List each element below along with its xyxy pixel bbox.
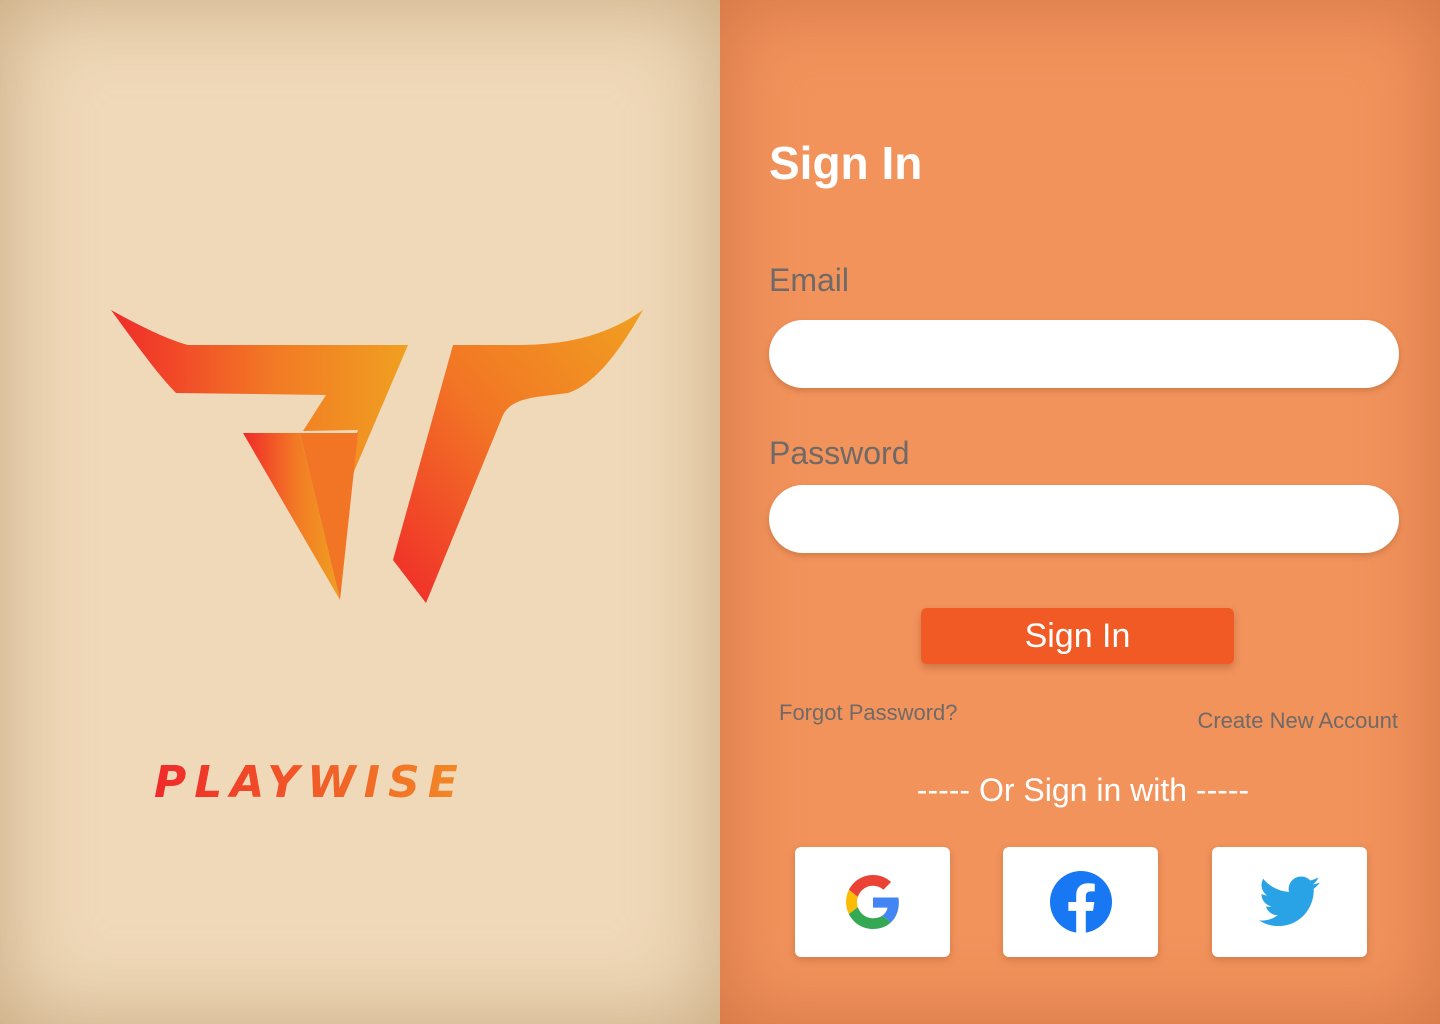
password-label: Password — [769, 435, 910, 471]
google-signin-button[interactable] — [795, 847, 950, 957]
twitter-signin-button[interactable] — [1212, 847, 1367, 957]
playwise-logo-icon — [111, 310, 643, 603]
sign-in-button[interactable]: Sign In — [921, 608, 1234, 664]
wordmark-text: PLAYWISE — [154, 757, 466, 805]
create-account-link[interactable]: Create New Account — [1197, 708, 1398, 734]
facebook-signin-button[interactable] — [1003, 847, 1158, 957]
signin-panel: Sign In Email Password Sign In Forgot Pa… — [720, 0, 1440, 1024]
social-divider: ----- Or Sign in with ----- — [916, 772, 1250, 808]
email-field[interactable] — [769, 320, 1399, 388]
email-label: Email — [769, 262, 850, 298]
page-title: Sign In — [769, 137, 923, 189]
password-field[interactable] — [769, 485, 1399, 553]
brand-panel: PLAYWISE — [0, 0, 720, 1024]
facebook-icon — [1049, 871, 1112, 933]
playwise-wordmark: PLAYWISE — [154, 757, 466, 805]
google-icon — [845, 875, 899, 929]
twitter-icon — [1258, 876, 1320, 927]
forgot-password-link[interactable]: Forgot Password? — [779, 700, 958, 726]
